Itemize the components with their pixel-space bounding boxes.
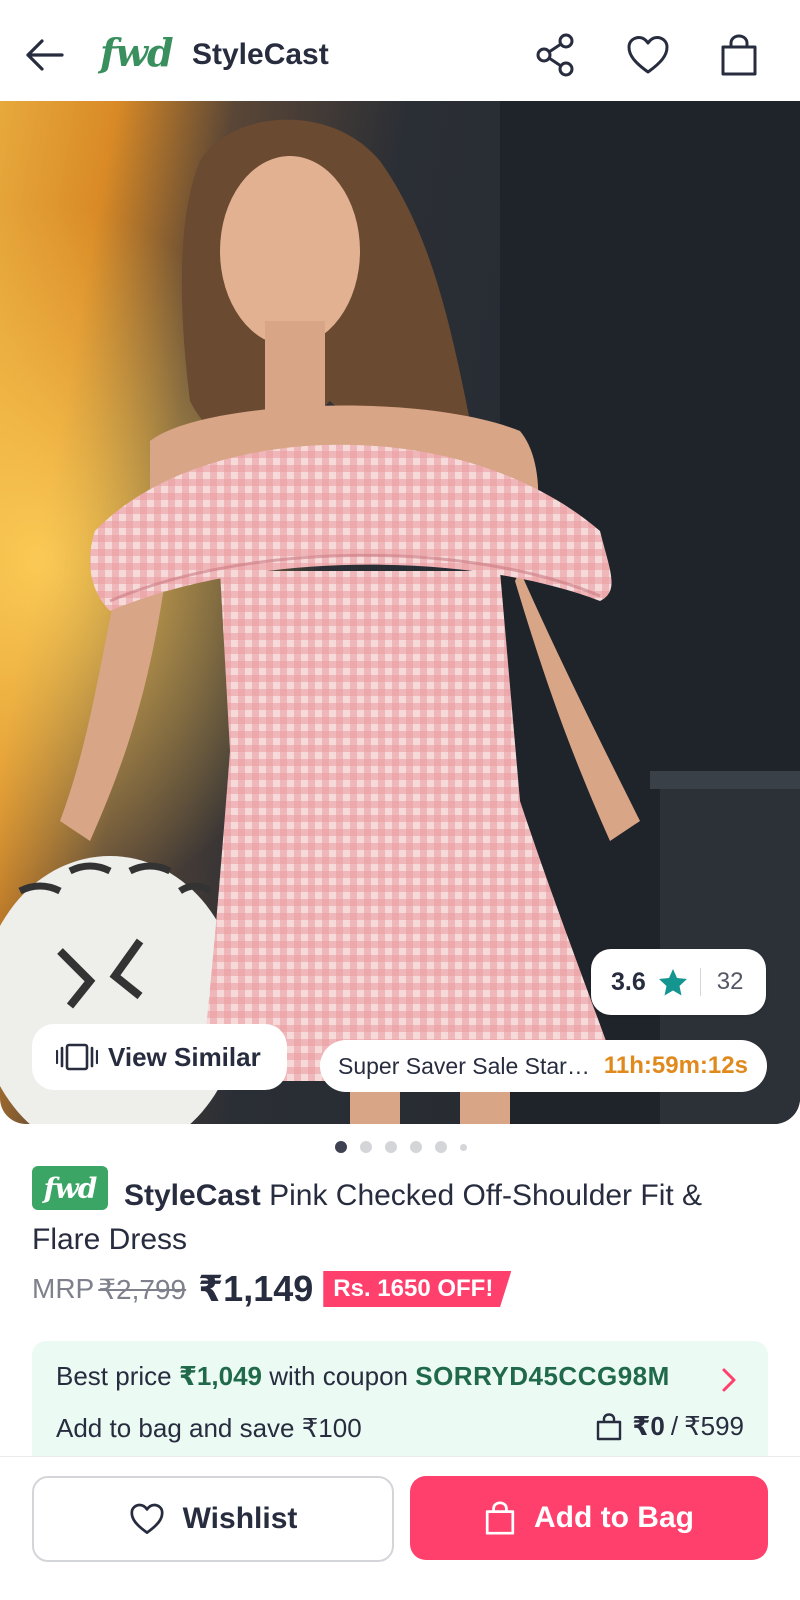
view-similar-icon [56,1043,98,1071]
header-brand-title: StyleCast [192,38,329,71]
coupon-offer-card[interactable]: Best price ₹1,049 with coupon SORRYD45CC… [32,1341,768,1456]
carousel-dot[interactable] [435,1141,447,1153]
product-brand[interactable]: StyleCast [124,1179,261,1212]
back-arrow-icon [26,39,64,71]
bag-target-value: ₹599 [684,1411,744,1441]
selling-price: ₹1,149 [198,1268,314,1309]
wishlist-button[interactable]: Wishlist [32,1476,394,1562]
add-to-bag-label: Add to Bag [534,1501,694,1534]
share-icon [536,33,574,77]
coupon-code: SORRYD45CCG98M [415,1361,670,1391]
bag-icon [485,1501,515,1535]
sale-countdown-timer: 11h:59m:12s [603,1052,748,1079]
sale-text: Super Saver Sale Star… [338,1052,590,1079]
product-image-carousel[interactable]: 3.6 32 View Similar Super Saver Sale Sta… [0,101,800,1124]
star-icon [658,969,687,996]
rating-value: 3.6 [611,967,646,996]
bag-separator: / [670,1411,679,1441]
carousel-dot[interactable] [460,1143,467,1151]
mrp-value: ₹2,799 [98,1273,187,1305]
share-button[interactable] [530,30,580,80]
product-title: StyleCast Pink Checked Off-Shoulder Fit … [32,1174,752,1262]
back-button[interactable] [22,33,66,77]
sale-banner[interactable]: Super Saver Sale Star… 11h:59m:12s [320,1040,767,1092]
price-row: MRP ₹2,799 ₹1,149 Rs. 1650 OFF! [32,1266,512,1312]
best-price-value: ₹1,049 [178,1361,262,1391]
bag-current-value: ₹0 [632,1411,665,1441]
discount-badge: Rs. 1650 OFF! [323,1271,512,1307]
carousel-dot[interactable] [335,1141,347,1153]
fwd-logo[interactable]: fwd [100,30,174,75]
carousel-dot[interactable] [360,1141,372,1153]
carousel-dot[interactable] [385,1141,397,1153]
app-header: fwd StyleCast [0,0,800,101]
view-similar-label: View Similar [108,1041,261,1072]
rating-pill[interactable]: 3.6 32 [591,949,766,1015]
best-price-middle: with coupon [269,1361,408,1391]
bag-progress: ₹0 / ₹599 [596,1411,744,1442]
best-price-prefix: Best price [56,1361,172,1391]
bottom-action-bar: Wishlist Add to Bag [0,1456,800,1600]
bag-small-icon [597,1412,622,1440]
rating-count: 32 [716,968,744,995]
chevron-right-icon[interactable] [720,1367,738,1393]
view-similar-button[interactable]: View Similar [32,1024,287,1090]
carousel-pagination [335,1141,467,1153]
wishlist-header-button[interactable] [623,30,673,80]
bag-icon [721,34,757,76]
save-text: Add to bag and save ₹100 [56,1413,362,1443]
mrp-label: MRP [32,1273,95,1304]
heart-icon [627,36,669,74]
carousel-dot[interactable] [410,1141,422,1153]
wishlist-label: Wishlist [182,1502,298,1535]
add-to-bag-button[interactable]: Add to Bag [410,1476,768,1560]
heart-icon [130,1503,164,1534]
rating-divider [699,968,701,996]
bag-header-button[interactable] [714,30,764,80]
best-price-line: Best price ₹1,049 with coupon SORRYD45CC… [56,1361,670,1392]
